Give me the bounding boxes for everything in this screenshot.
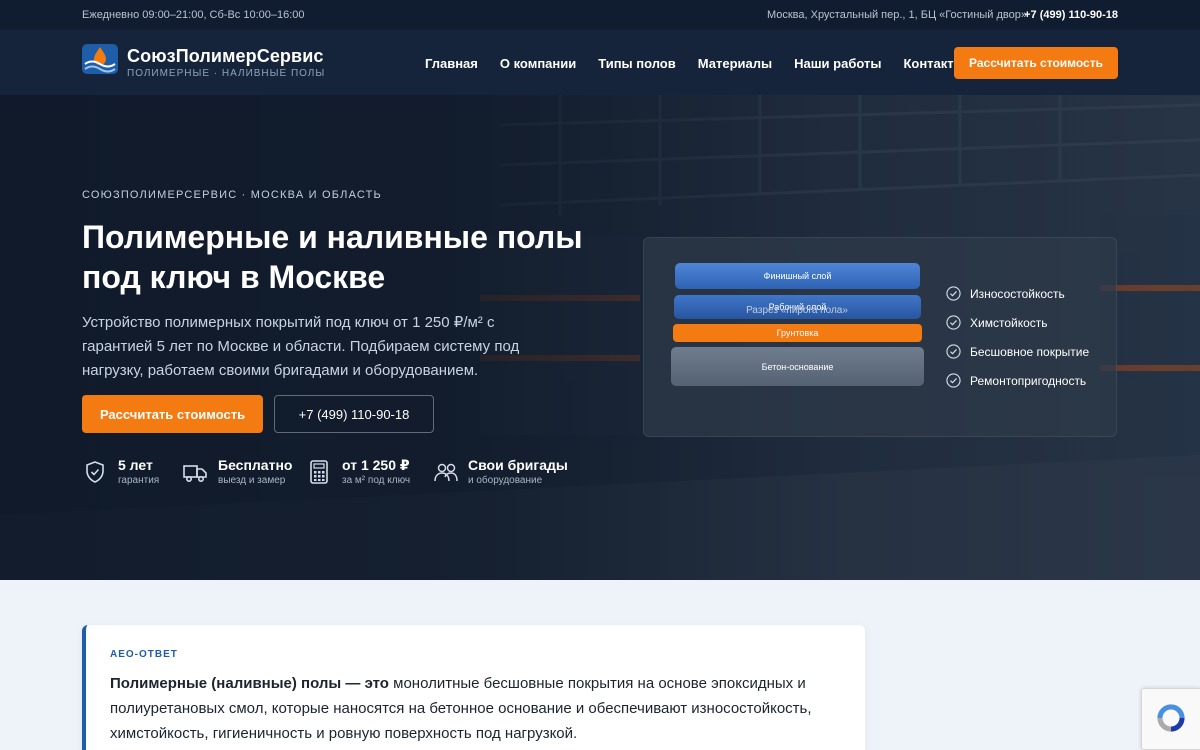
hero-calculate-button[interactable]: Рассчитать стоимость xyxy=(82,395,263,433)
aeo-tag: AEO-ОТВЕТ xyxy=(110,649,178,660)
site-header: СоюзПолимерСервис ПОЛИМЕРНЫЕ · НАЛИВНЫЕ … xyxy=(0,30,1200,95)
logo-drop-icon[interactable] xyxy=(82,44,118,74)
feature-subtitle: выезд и замер xyxy=(218,475,286,486)
layers-caption: Разрез «пирога пола» xyxy=(746,305,848,316)
aeo-answer-text: Полимерные (наливные) полы — это монолит… xyxy=(110,671,830,746)
feature-subtitle: гарантия xyxy=(118,475,160,486)
check-circle-icon xyxy=(946,373,961,388)
office-address: Москва, Хрустальный пер., 1, БЦ «Гостины… xyxy=(766,9,1027,21)
property-label: Бесшовное покрытие xyxy=(970,345,1090,359)
feature-title: Свои бригады xyxy=(468,457,568,473)
property-label: Износостойкость xyxy=(970,287,1065,301)
nav-item-home[interactable]: Главная xyxy=(425,56,478,71)
nav-item-about[interactable]: О компании xyxy=(500,56,576,71)
hero-title: Полимерные и наливные полы под ключ в Мо… xyxy=(82,219,583,295)
team-icon xyxy=(434,463,458,482)
shield-check-icon xyxy=(86,461,104,483)
working-hours: Ежедневно 09:00–21:00, Сб-Вс 10:00–16:00 xyxy=(82,9,305,21)
property-label: Химстойкость xyxy=(970,316,1048,330)
feature-subtitle: и оборудование xyxy=(468,475,543,486)
check-circle-icon xyxy=(946,344,961,359)
topbar-phone-link[interactable]: +7 (499) 110-90-18 xyxy=(1024,9,1118,21)
truck-icon xyxy=(183,465,207,482)
layer-primer: Грунтовка xyxy=(673,324,922,342)
feature-subtitle: за м² под ключ xyxy=(342,475,411,486)
brand-tagline: ПОЛИМЕРНЫЕ · НАЛИВНЫЕ ПОЛЫ xyxy=(127,68,326,79)
feature-title: 5 лет xyxy=(118,457,153,473)
recaptcha-badge[interactable] xyxy=(1141,688,1200,750)
feature-title: от 1 250 ₽ xyxy=(342,457,410,473)
nav-item-materials[interactable]: Материалы xyxy=(698,56,772,71)
top-bar: Ежедневно 09:00–21:00, Сб-Вс 10:00–16:00… xyxy=(0,0,1200,30)
check-circle-icon xyxy=(946,315,961,330)
brand-name[interactable]: СоюзПолимерСервис xyxy=(127,46,323,67)
hero-phone-button[interactable]: +7 (499) 110-90-18 xyxy=(274,395,434,433)
recaptcha-icon xyxy=(1157,704,1185,732)
main-nav: Главная О компании Типы полов Материалы … xyxy=(425,56,965,71)
calculator-icon xyxy=(310,460,328,484)
header-calculate-button[interactable]: Рассчитать стоимость xyxy=(954,47,1118,79)
hero-description: Устройство полимерных покрытий под ключ … xyxy=(82,314,520,379)
feature-warranty: 5 лет гарантия xyxy=(82,455,172,489)
feature-title: Бесплатно xyxy=(218,457,293,473)
aeo-lead: Полимерные (наливные) полы — это xyxy=(110,675,389,692)
hero-kicker: СОЮЗПОЛИМЕРСЕРВИС · МОСКВА И ОБЛАСТЬ xyxy=(82,189,382,201)
nav-item-portfolio[interactable]: Наши работы xyxy=(794,56,881,71)
property-label: Ремонтопригодность xyxy=(970,374,1087,388)
layer-concrete: Бетон-основание xyxy=(671,347,924,386)
nav-item-floor-types[interactable]: Типы полов xyxy=(598,56,676,71)
layer-finish: Финишный слой xyxy=(675,263,920,289)
feature-price: от 1 250 ₽ за м² под ключ xyxy=(306,455,421,489)
feature-free-visit: Бесплатно выезд и замер xyxy=(182,455,292,489)
check-circle-icon xyxy=(946,286,961,301)
aeo-answer-card: AEO-ОТВЕТ Полимерные (наливные) полы — э… xyxy=(82,625,865,750)
feature-own-teams: Свои бригады и оборудование xyxy=(433,455,568,489)
